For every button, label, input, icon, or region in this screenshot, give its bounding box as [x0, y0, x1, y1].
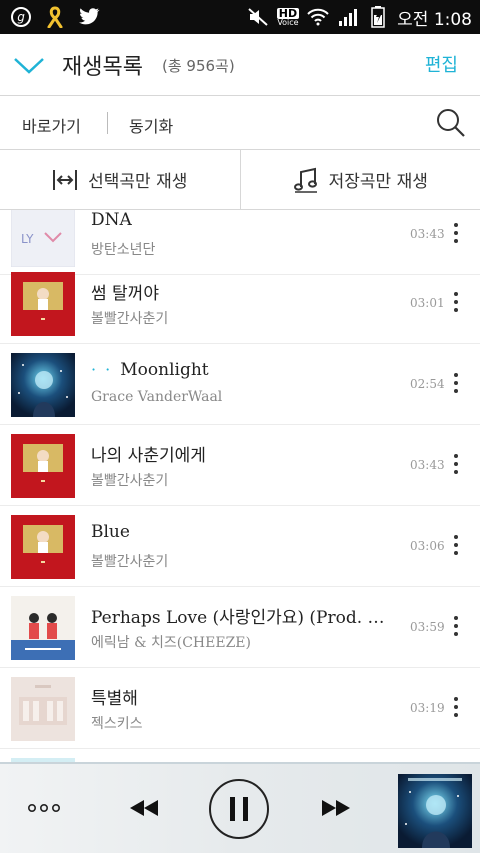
play-mode-bar: 선택곡만 재생 저장곡만 재생 — [0, 150, 480, 210]
play-saved-label: 저장곡만 재생 — [328, 172, 428, 192]
search-icon[interactable] — [436, 108, 466, 138]
song-artist: 볼빨간사춘기 — [91, 554, 169, 570]
status-bar: g HD Voice 오전 1:08 — [0, 0, 480, 34]
divider — [107, 112, 108, 134]
song-title: 나의 사춘기에게 — [91, 446, 206, 466]
list-item[interactable]: Blue 볼빨간사춘기 03:06 — [0, 506, 480, 587]
previous-track-icon[interactable] — [124, 794, 164, 822]
more-vertical-icon[interactable] — [448, 613, 464, 639]
svg-text:LY: LY — [21, 232, 34, 246]
song-artist: 젝스키스 — [91, 716, 143, 732]
g-circle-icon: g — [10, 6, 32, 28]
play-selected-label: 선택곡만 재생 — [88, 172, 188, 192]
select-range-icon — [53, 169, 78, 190]
sync-button[interactable]: 동기화 — [129, 113, 173, 137]
more-vertical-icon[interactable] — [448, 289, 464, 315]
song-duration: 03:43 — [410, 227, 445, 241]
list-item[interactable]: 나의 사춘기에게 볼빨간사춘기 03:43 — [0, 425, 480, 506]
song-title: Moonlight — [120, 360, 209, 380]
twitter-icon — [78, 6, 100, 28]
more-horizontal-icon[interactable] — [24, 794, 64, 822]
song-duration: 03:06 — [410, 539, 445, 553]
play-saved-button[interactable]: 저장곡만 재생 — [241, 150, 480, 209]
more-vertical-icon[interactable] — [448, 220, 464, 246]
clock: 오전 1:08 — [397, 9, 472, 30]
svg-text:g: g — [17, 10, 25, 24]
now-playing-album-art[interactable] — [398, 774, 472, 848]
signal-icon — [337, 6, 359, 28]
pause-button[interactable] — [209, 779, 269, 839]
song-artist: 볼빨간사춘기 — [91, 473, 169, 489]
yellow-ribbon-icon — [44, 6, 66, 28]
shortcut-button[interactable]: 바로가기 — [22, 113, 81, 137]
more-vertical-icon[interactable] — [448, 370, 464, 396]
mini-player — [0, 762, 480, 853]
song-artist: 방탄소년단 — [91, 242, 156, 258]
list-item[interactable]: 썸 탈꺼야 볼빨간사춘기 03:01 — [0, 263, 480, 344]
song-duration: 03:01 — [410, 296, 445, 310]
song-title: 특별해 — [91, 689, 138, 709]
wifi-icon — [307, 6, 329, 28]
album-art-perhaps-love — [11, 596, 75, 660]
page-title: 재생목록 — [62, 55, 143, 80]
list-item[interactable]: 특별해 젝스키스 03:19 — [0, 668, 480, 749]
voice-label: Voice — [277, 17, 299, 27]
now-playing-indicator-icon: · · — [91, 360, 113, 379]
list-item[interactable] — [0, 749, 480, 762]
music-note-icon — [293, 167, 317, 193]
mute-icon — [247, 6, 269, 28]
song-duration: 03:19 — [410, 701, 445, 715]
album-art-grace — [11, 353, 75, 417]
song-title: 썸 탈꺼야 — [91, 284, 159, 304]
more-vertical-icon[interactable] — [448, 694, 464, 720]
sub-toolbar: 바로가기 동기화 — [0, 96, 480, 150]
more-vertical-icon[interactable] — [448, 451, 464, 477]
list-item-playing[interactable]: · · Moonlight Grace VanderWaal 02:54 — [0, 344, 480, 425]
battery-icon — [367, 6, 389, 28]
album-art-bol4 — [11, 272, 75, 336]
album-art-bol4 — [11, 515, 75, 579]
pause-icon — [230, 797, 248, 821]
song-title-wrap: · · Moonlight — [91, 360, 209, 380]
album-art-bol4 — [11, 434, 75, 498]
next-track-icon[interactable] — [316, 794, 356, 822]
song-duration: 02:54 — [410, 377, 445, 391]
playlist-header: 재생목록 (총 956곡) 편집 — [0, 34, 480, 96]
song-duration: 03:43 — [410, 458, 445, 472]
song-artist: 에릭남 & 치즈(CHEEZE) — [91, 635, 251, 651]
album-art-bts: LY — [11, 210, 75, 267]
song-list[interactable]: LY DNA 방탄소년단 03:43 썸 탈꺼야 볼빨간사춘기 03:01 · … — [0, 210, 480, 762]
chevron-down-icon[interactable] — [12, 50, 46, 80]
edit-button[interactable]: 편집 — [425, 51, 458, 77]
song-title: Perhaps Love (사랑인가요) (Prod. by ·· — [91, 608, 389, 628]
play-selected-button[interactable]: 선택곡만 재생 — [0, 150, 241, 209]
song-duration: 03:59 — [410, 620, 445, 634]
more-vertical-icon[interactable] — [448, 532, 464, 558]
album-art-sechskies — [11, 677, 75, 741]
song-title: DNA — [91, 210, 132, 230]
song-title: Blue — [91, 522, 130, 542]
hd-label: HD — [276, 6, 300, 20]
hd-voice-icon: HD Voice — [276, 6, 300, 27]
list-item[interactable]: Perhaps Love (사랑인가요) (Prod. by ·· 에릭남 & … — [0, 587, 480, 668]
song-artist: Grace VanderWaal — [91, 389, 223, 405]
song-count: (총 956곡) — [162, 57, 235, 75]
song-artist: 볼빨간사춘기 — [91, 311, 169, 327]
